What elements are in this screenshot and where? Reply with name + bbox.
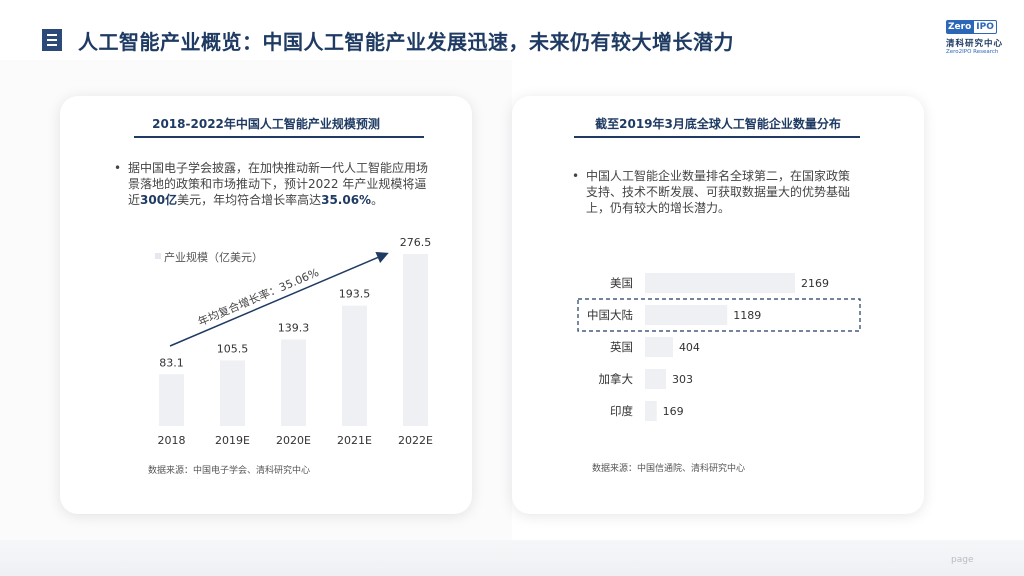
legend-swatch	[155, 253, 161, 259]
bar-2022E	[403, 254, 428, 426]
x-tick-label: 2020E	[276, 434, 311, 447]
bar-印度	[645, 401, 657, 421]
bar-value-label: 276.5	[400, 236, 432, 249]
bar-英国	[645, 337, 673, 357]
bar-value-label: 2169	[801, 277, 829, 290]
company-count-chart: 美国 2169 中国大陆 1189 英国 404 加拿大 303 印度 169	[577, 273, 861, 421]
bar-value-label: 303	[672, 373, 693, 386]
growth-rate-label: 年均复合增长率：35.06%	[196, 265, 321, 329]
x-tick-label: 2018	[158, 434, 186, 447]
logo-zero: Zero	[946, 20, 974, 34]
bar-中国大陆	[645, 305, 728, 325]
logo-en: Zero2IPO Research	[946, 49, 999, 55]
left-source: 数据来源：中国电子学会、清科研究中心	[148, 466, 311, 476]
x-tick-label: 2019E	[215, 434, 250, 447]
bar-value-label: 169	[663, 405, 684, 418]
y-category-label: 印度	[610, 404, 633, 418]
y-category-label: 英国	[610, 340, 633, 354]
company-count-card: 截至2019年3月底全球人工智能企业数量分布 • 中国人工智能企业数量排名全球第…	[512, 96, 924, 514]
right-source: 数据来源：中国信通院、清科研究中心	[592, 464, 746, 474]
bar-美国	[645, 273, 795, 293]
logo-cn: 清科研究中心	[946, 39, 1004, 49]
bar-value-label: 83.1	[159, 356, 184, 369]
legend-label: 产业规模（亿美元）	[164, 250, 263, 264]
bar-2020E	[281, 339, 306, 426]
y-category-label: 美国	[610, 276, 633, 290]
y-category-label: 加拿大	[599, 372, 634, 386]
market-size-card: 2018-2022年中国人工智能产业规模预测 • 据中国电子学会披露，在加快推动…	[60, 96, 472, 514]
logo-ipo: IPO	[973, 20, 997, 34]
bar-value-label: 404	[679, 341, 700, 354]
x-tick-label: 2021E	[337, 434, 372, 447]
y-category-label: 中国大陆	[587, 308, 633, 322]
zero2ipo-logo: Zero IPO 清科研究中心 Zero2IPO Research	[946, 20, 1004, 58]
menu-icon[interactable]	[42, 29, 62, 51]
bar-加拿大	[645, 369, 666, 389]
market-size-chart: 产业规模（亿美元） 年均复合增长率：35.06% 83.1 2018 105.5 20…	[155, 236, 433, 447]
page-title: 人工智能产业概览：中国人工智能产业发展迅速，未来仍有较大增长潜力	[78, 30, 734, 54]
x-tick-label: 2022E	[398, 434, 433, 447]
bar-value-label: 193.5	[339, 288, 371, 301]
bar-2021E	[342, 305, 367, 426]
bar-2018	[159, 374, 184, 426]
bar-value-label: 1189	[733, 309, 761, 322]
page-label: page	[951, 555, 974, 565]
bar-value-label: 139.3	[278, 321, 310, 334]
bar-2019E	[220, 360, 245, 426]
background-bottom	[0, 540, 1024, 576]
bar-value-label: 105.5	[217, 342, 249, 355]
